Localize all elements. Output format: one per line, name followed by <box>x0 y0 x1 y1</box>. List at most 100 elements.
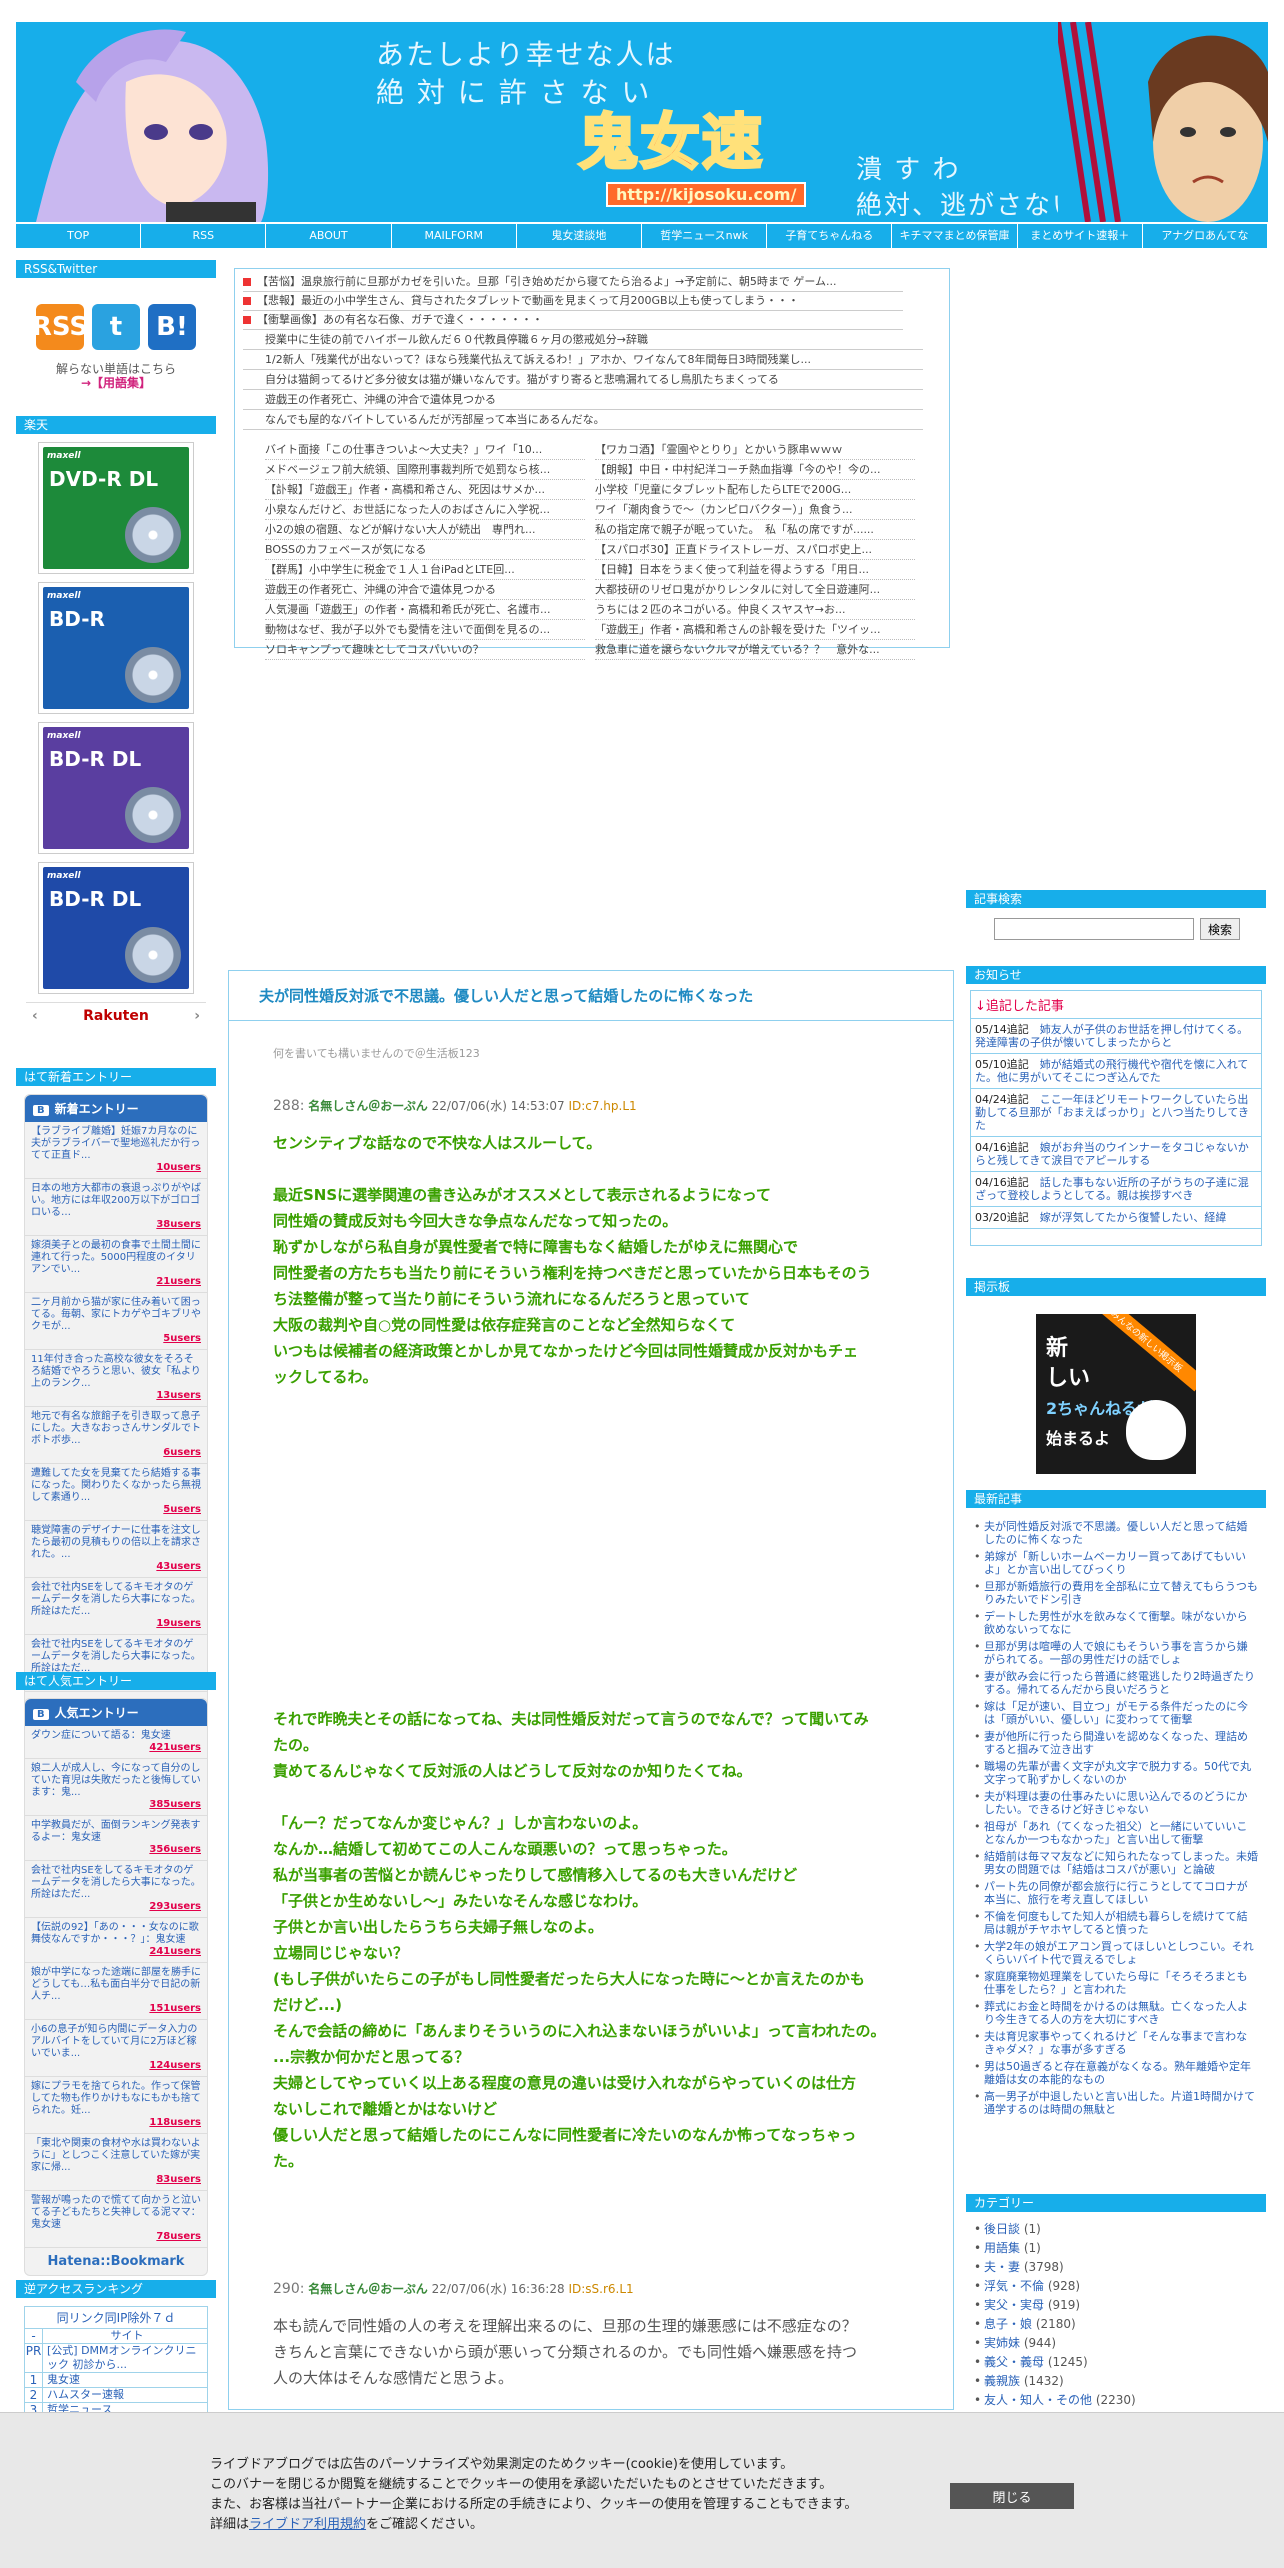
product-bd-r-dl-2[interactable]: maxell BD-R DL <box>38 862 194 994</box>
list-item[interactable]: 大学2年の娘がエアコン買ってほしいとしつこい。それくらいバイト代で買えるでしょ <box>974 1938 1258 1968</box>
list-item[interactable]: 浮気・不倫 (928) <box>974 2277 1258 2296</box>
nav-matome-sokuhou[interactable]: まとめサイト速報＋ <box>1018 224 1143 248</box>
product-bd-r-dl-1[interactable]: maxell BD-R DL <box>38 722 194 854</box>
list-item[interactable]: 小6の息子が知ら内間にデータ入力のアルバイトをしていて月に2万ほど稼いでいま..… <box>25 2020 207 2077</box>
nav-kijosoku-danchi[interactable]: 鬼女速談地 <box>517 224 643 248</box>
list-item[interactable]: 夫・妻 (3798) <box>974 2258 1258 2277</box>
rss-icon[interactable]: RSS <box>32 304 88 350</box>
list-item[interactable]: 【ワカコ酒】「霊園やとりり」とかいう豚串ｗｗｗ <box>595 440 915 460</box>
list-item[interactable]: 授業中に生徒の前でハイボール飲んだ６０代教員停職６ヶ月の懲戒処分→辞職 <box>243 330 923 350</box>
list-item[interactable]: 小2の娘の宿題、などが解けない大人が続出 専門れ... <box>265 520 585 540</box>
list-item[interactable]: 地元で有名な旅館子を引き取って息子にした。大きなおっさんサンダルでトボトボ歩..… <box>25 1407 207 1464</box>
list-item[interactable]: パート先の同僚が都会旅行に行こうとしててコロナが本当に、旅行を考え直してほしい <box>974 1878 1258 1908</box>
list-item[interactable]: デートした男性が水を飲みなくて衝撃。味がないから飲めないってなに <box>974 1608 1258 1638</box>
site-header[interactable]: あたしより幸せな人は 絶 対 に 許 さ な い 鬼女速 http://kijo… <box>16 22 1268 222</box>
list-item[interactable]: 救急車に道を譲らないクルマが増えている？？ 意外な... <box>595 640 915 660</box>
hatena-bookmark-footer[interactable]: Hatena::Bookmark <box>25 2248 207 2275</box>
twitter-icon[interactable]: t <box>92 304 140 350</box>
list-item[interactable]: 【伝説の92】「あの・・・女なのに歌舞伎なんですか・・・？」：鬼女速 241use… <box>25 1918 207 1963</box>
list-item[interactable]: 娘二人が成人し、今になって自分のしていた育児は失敗だったと後悔しています：鬼..… <box>25 1759 207 1816</box>
list-item[interactable]: 実姉妹 (944) <box>974 2334 1258 2353</box>
list-item[interactable]: 嫁にプラモを捨てられた。作って保管してた物も作りかけもなにもかも捨てられた。妊.… <box>25 2077 207 2134</box>
list-item[interactable]: 祖母が「あれ（てくなった祖父）と一緒にいていいことなんか一つもなかった」と言い出… <box>974 1818 1258 1848</box>
list-item[interactable]: 弟嫁が「新しいホームベーカリー買ってあげてもいいよ」とか言い出してびっくり <box>974 1548 1258 1578</box>
list-item[interactable]: 11年付き合った高校な彼女をそろそろ結婚でやろうと思い、彼女「私より上のランク.… <box>25 1350 207 1407</box>
list-item[interactable]: 夫が料理は妻の仕事みたいに思い込んでるのどうにかしたい。できるけど好きじゃない <box>974 1788 1258 1818</box>
site-logo[interactable]: 鬼女速 <box>577 94 764 181</box>
list-item[interactable]: 男は50過ぎると存在意義がなくなる。熟年離婚や定年離婚は女の本能的なもの <box>974 2058 1258 2088</box>
list-item[interactable]: 大都技研のリゼロ鬼がかりレンタルに対して全日遊連阿... <box>595 580 915 600</box>
list-item[interactable]: 04/16追記 話した事もない近所の子がうちの子達に混ざって登校しようとしてる。… <box>971 1172 1261 1207</box>
nav-mailform[interactable]: MAILFORM <box>392 224 517 248</box>
list-item[interactable]: なんでも屋的なバイトしているんだが汚部屋って本当にあるんだな。 <box>243 410 923 430</box>
table-row[interactable]: 2 ハムスター速報 <box>25 2388 207 2403</box>
list-item[interactable]: 【苦悩】温泉旅行前に旦那がカゼを引いた。旦那「引き始めだから寝てたら治るよ」→予… <box>243 273 903 292</box>
prev-arrow-icon[interactable]: ‹ <box>32 1008 38 1024</box>
nav-anagulo[interactable]: アナグロあんてな <box>1143 224 1269 248</box>
board-banner[interactable]: 新 しい 2ちゃんねるが 始まるよ みんなの新しい掲示板 <box>1036 1314 1196 1474</box>
list-item[interactable]: 【衝撃画像】あの有名な石像、ガチで違く・・・・・・・ <box>243 311 903 330</box>
nav-about[interactable]: ABOUT <box>266 224 392 248</box>
list-item[interactable]: 動物はなぜ、我が子以外でも愛情を注いで面倒を見るの... <box>265 620 585 640</box>
list-item[interactable]: 旦那が新婚旅行の費用を全部私に立て替えてもらうつもりみたいでドン引き <box>974 1578 1258 1608</box>
list-item[interactable]: バイト面接「この仕事きついよ～大丈夫？」ワイ「10... <box>265 440 585 460</box>
glossary-link[interactable]: →【用語集】 <box>81 376 151 390</box>
list-item[interactable]: 警報が鳴ったので慌てて向かうと泣いてる子どもたちと失神してる泥ママ：鬼女速 78u… <box>25 2191 207 2248</box>
terms-link[interactable]: ライブドア利用規約 <box>249 2517 366 2532</box>
ranking-pr-row[interactable]: PR [公式] DMMオンラインクリニック 初診から... <box>25 2344 207 2373</box>
list-item[interactable]: 旦那が男は喧嘩の人で娘にもそういう事を言うから嫌がられてる。一部の男性だけの話で… <box>974 1638 1258 1668</box>
list-item[interactable]: 遊戯王の作者死亡、沖縄の沖合で遺体見つかる <box>265 580 585 600</box>
list-item[interactable]: 友人・知人・その他 (2230) <box>974 2391 1258 2410</box>
nav-top[interactable]: TOP <box>16 224 142 248</box>
list-item[interactable]: 妻が他所に行ったら間違いを認めなくなった、理詰めすると掴みて泣き出す <box>974 1728 1258 1758</box>
list-item[interactable]: 【訃報】「遊戯王」作者・高橋和希さん、死因はサメか... <box>265 480 585 500</box>
list-item[interactable]: 遭難してた女を見棄てたら結婚する事になった。関わりたくなかったら無視して素通り.… <box>25 1464 207 1521</box>
list-item[interactable]: 聴覚障害のデザイナーに仕事を注文したら最初の見積もりの倍以上を請求された。...… <box>25 1521 207 1578</box>
list-item[interactable]: 夫は育児家事やってくれるけど「そんな事まで言わなきゃダメ？」な事が多すぎる <box>974 2028 1258 2058</box>
list-item[interactable]: 高一男子が中退したいと言い出した。片道1時間かけて通学するのは時間の無駄と <box>974 2088 1258 2118</box>
nav-tetsugaku-news[interactable]: 哲学ニュースnwk <box>642 224 768 248</box>
nav-kosodate[interactable]: 子育てちゃんねる <box>767 224 893 248</box>
cookie-close-button[interactable]: 閉じる <box>950 2483 1074 2509</box>
list-item[interactable]: 日本の地方大都市の衰退っぷりがやばい。地方には年収200万以下がゴロゴロいる… 3… <box>25 1179 207 1236</box>
list-item[interactable]: 義親族 (1432) <box>974 2372 1258 2391</box>
table-row[interactable]: 1 鬼女速 <box>25 2373 207 2388</box>
list-item[interactable]: 職場の先輩が書く文字が丸文字で脱力する。50代で丸文字って恥ずかしくないのか <box>974 1758 1258 1788</box>
list-item[interactable]: 【ラブライブ離婚】妊娠7カ月なのに夫がラブライバーで聖地巡礼だか行ってて正直ド.… <box>25 1122 207 1179</box>
search-input[interactable] <box>994 918 1194 940</box>
list-item[interactable]: 【日韓】日本をうまく使って利益を得ようする「用日... <box>595 560 915 580</box>
list-item[interactable]: 不倫を何度もしてた知人が相続も暮らしを続けてて結局は親がチヤホヤしてると憤った <box>974 1908 1258 1938</box>
list-item[interactable]: 04/24追記 ここ一年ほどリモートワークしていたら出勤してる旦那が「おまえばっ… <box>971 1089 1261 1137</box>
list-item[interactable]: 会社で社内SEをしてるキモオタのゲームデータを消したら大事になった。所詮はただ.… <box>25 1578 207 1635</box>
list-item[interactable]: 二ヶ月前から猫が家に住み着いて困ってる。毎朝、家にトカゲやゴキブリやクモが...… <box>25 1293 207 1350</box>
list-item[interactable]: 05/10追記 姉が結婚式の飛行機代や宿代を懐に入れてた。他に男がいてそこにつぎ… <box>971 1054 1261 1089</box>
list-item[interactable]: うちには２匹のネコがいる。仲良くスヤスヤ→お... <box>595 600 915 620</box>
list-item[interactable]: ワイ「潮肉食うで～（カンピロバクター）」魚食う... <box>595 500 915 520</box>
article-title[interactable]: 夫が同性婚反対派で不思議。優しい人だと思って結婚したのに怖くなった <box>229 971 953 1021</box>
list-item[interactable]: 「東北や関東の食材や水は買わないように」としつこく注意していた嫁が実家に帰...… <box>25 2134 207 2191</box>
list-item[interactable]: 夫が同性婚反対派で不思議。優しい人だと思って結婚したのに怖くなった <box>974 1518 1258 1548</box>
list-item[interactable]: 遊戯王の作者死亡、沖縄の沖合で遺体見つかる <box>243 390 923 410</box>
list-item[interactable]: 04/16追記 娘がお弁当のウインナーをタコじゃないからと残してきて涙目でアピー… <box>971 1137 1261 1172</box>
list-item[interactable]: 人気漫画「遊戯王」の作者・高橋和希氏が死亡、名護市... <box>265 600 585 620</box>
list-item[interactable]: 嫁須美子との最初の食事で土間土間に連れて行った。5000円程度のイタリアンでい.… <box>25 1236 207 1293</box>
list-item[interactable]: 小泉なんだけど、お世話になった人のおばさんに入学祝... <box>265 500 585 520</box>
list-item[interactable]: 結婚前は毎ママ友などに知られたなってしまった。未婚男女の問題では「結婚はコスパが… <box>974 1848 1258 1878</box>
list-item[interactable]: 【朗報】中日・中村紀洋コーチ熱血指導「今のや！今の... <box>595 460 915 480</box>
list-item[interactable]: 後日談 (1) <box>974 2220 1258 2239</box>
list-item[interactable]: メドベージェフ前大統領、国際刑事裁判所で処罰なら核... <box>265 460 585 480</box>
rakuten-logo[interactable]: Rakuten <box>83 1008 149 1024</box>
list-item[interactable]: 会社で社内SEをしてるキモオタのゲームデータを消したら大事になった。所詮はただ.… <box>25 1861 207 1918</box>
list-item[interactable]: 小学校「児童にタブレット配布したらLTEで200G... <box>595 480 915 500</box>
list-item[interactable]: 娘が中学になった途端に部屋を勝手にどうしても…私も面白半分で日記の新人チ... 1… <box>25 1963 207 2020</box>
hatena-bookmark-icon[interactable]: B! <box>148 304 196 350</box>
list-item[interactable]: 妻が飲み会に行ったら普通に終電逃したり2時過ぎたりする。帰れてるんだから良いだろ… <box>974 1668 1258 1698</box>
list-item[interactable]: 05/14追記 姉友人が子供のお世話を押し付けてくる。発達障害の子供が懐いてしま… <box>971 1019 1261 1054</box>
list-item[interactable]: ダウン症について語る：鬼女速 421users <box>25 1726 207 1759</box>
next-arrow-icon[interactable]: › <box>194 1008 200 1024</box>
product-dvd-r-dl[interactable]: maxell DVD-R DL <box>38 442 194 574</box>
search-button[interactable]: 検索 <box>1200 918 1240 940</box>
nav-kichimama[interactable]: キチママまとめ保管庫 <box>892 224 1018 248</box>
list-item[interactable]: 家庭廃棄物処理業をしていたら母に「そろそろまとも仕事をしたら？」と言われた <box>974 1968 1258 1998</box>
list-item[interactable]: ソロキャンプって趣味としてコスパいいの？ <box>265 640 585 660</box>
